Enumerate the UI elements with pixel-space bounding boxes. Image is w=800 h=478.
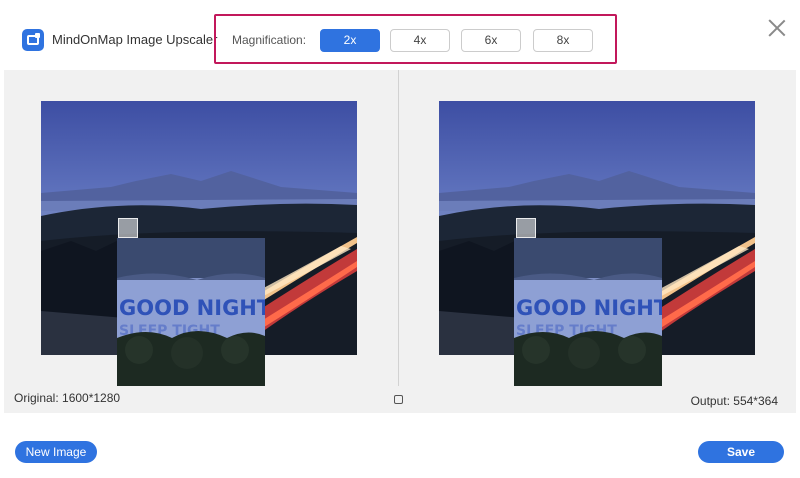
app-logo-icon [22,29,44,51]
output-size-info: Output: 554*364 [690,394,778,408]
magnification-label: Magnification: [232,33,307,47]
magnification-2x-button[interactable]: 2x [320,29,380,52]
new-image-button[interactable]: New Image [15,441,97,463]
compare-toggle-icon[interactable] [394,395,403,404]
output-magnifier: GOOD NIGHT SLEEP TIGHT [514,238,662,386]
original-lens-marker[interactable] [118,218,138,238]
magnification-4x-button[interactable]: 4x [390,29,450,52]
upscaler-window: MindOnMap Image Upscaler Magnification: … [0,0,800,478]
app-title: MindOnMap Image Upscaler [52,32,218,47]
original-magnifier: GOOD NIGHT SLEEP TIGHT [117,238,265,386]
output-sign-line1: GOOD NIGHT [516,296,662,320]
original-size-info: Original: 1600*1280 [14,391,121,405]
preview-divider [398,70,399,386]
magnification-group: Magnification: 2x 4x 6x 8x [214,14,617,64]
magnification-6x-button[interactable]: 6x [461,29,521,52]
output-lens-marker[interactable] [516,218,536,238]
magnification-8x-button[interactable]: 8x [533,29,593,52]
close-icon[interactable] [766,17,788,39]
original-sign-line1: GOOD NIGHT [119,296,265,320]
save-button[interactable]: Save [698,441,784,463]
